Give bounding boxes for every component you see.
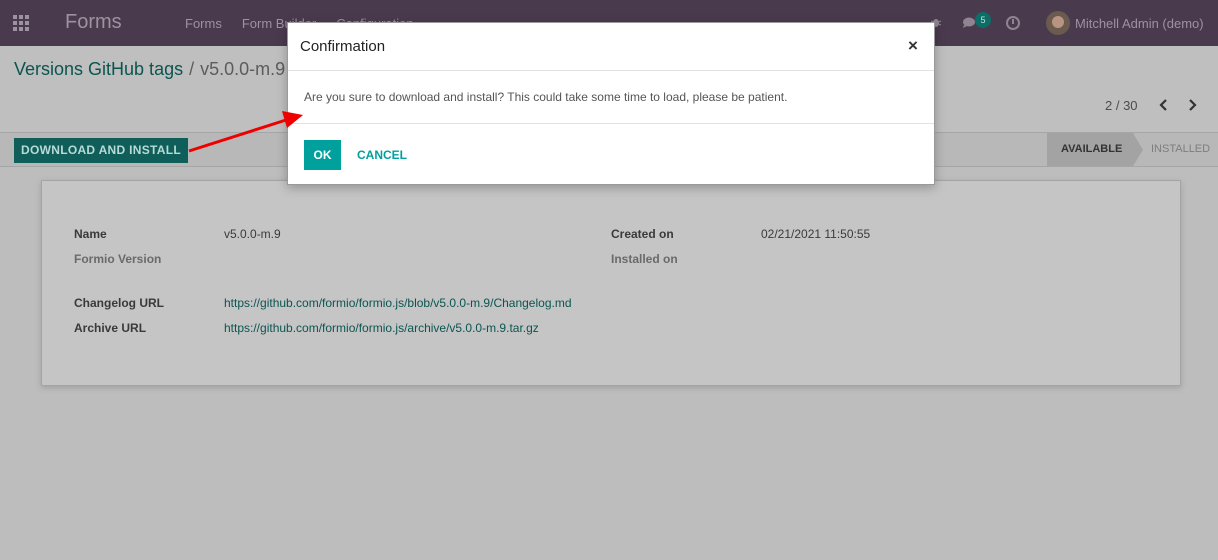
breadcrumb-separator: /: [189, 59, 195, 79]
dialog-body: Are you sure to download and install? Th…: [288, 71, 934, 124]
user-menu-name[interactable]: Mitchell Admin (demo): [1075, 16, 1204, 31]
breadcrumb-parent-link[interactable]: Versions GitHub tags: [14, 59, 183, 80]
annotation-arrow-icon: [188, 111, 303, 153]
installed-on-label: Installed on: [611, 252, 678, 266]
stage-available[interactable]: AVAILABLE: [1047, 133, 1133, 166]
apps-grid-icon[interactable]: [13, 15, 31, 31]
messaging-count-badge: 5: [975, 12, 991, 28]
confirmation-dialog: Confirmation × Are you sure to download …: [287, 22, 935, 185]
changelog-url-label: Changelog URL: [74, 296, 164, 310]
stage-installed[interactable]: INSTALLED: [1151, 133, 1210, 166]
breadcrumb: Versions GitHub tags / v5.0.0-m.9: [14, 59, 285, 80]
activity-clock-icon[interactable]: [1006, 16, 1020, 30]
archive-url-link[interactable]: https://github.com/formio/formio.js/arch…: [224, 321, 539, 335]
name-value: v5.0.0-m.9: [224, 227, 281, 241]
ok-button[interactable]: OK: [304, 140, 341, 170]
chevron-left-icon[interactable]: [1159, 99, 1169, 111]
menu-item-forms[interactable]: Forms: [185, 16, 222, 31]
stage-arrow-shape: [1133, 133, 1143, 166]
close-icon[interactable]: ×: [908, 36, 918, 56]
name-label: Name: [74, 227, 107, 241]
app-brand[interactable]: Forms: [65, 11, 122, 34]
cancel-button[interactable]: CANCEL: [357, 140, 407, 170]
dialog-message: Are you sure to download and install? Th…: [304, 90, 788, 104]
download-and-install-button[interactable]: DOWNLOAD AND INSTALL: [14, 138, 188, 163]
form-sheet: Name v5.0.0-m.9 Formio Version Created o…: [41, 180, 1181, 386]
dialog-header: Confirmation ×: [288, 23, 934, 71]
archive-url-label: Archive URL: [74, 321, 147, 335]
created-on-label: Created on: [611, 227, 674, 241]
changelog-url-link[interactable]: https://github.com/formio/formio.js/blob…: [224, 296, 572, 310]
dialog-title: Confirmation: [300, 38, 386, 55]
pager-value[interactable]: 2 / 30: [1105, 98, 1138, 113]
user-avatar[interactable]: [1046, 11, 1070, 35]
formio-version-label: Formio Version: [74, 252, 162, 266]
messaging-icon[interactable]: [962, 17, 976, 28]
chevron-right-icon[interactable]: [1187, 99, 1197, 111]
breadcrumb-current: v5.0.0-m.9: [200, 59, 286, 79]
created-on-value: 02/21/2021 11:50:55: [761, 227, 871, 241]
